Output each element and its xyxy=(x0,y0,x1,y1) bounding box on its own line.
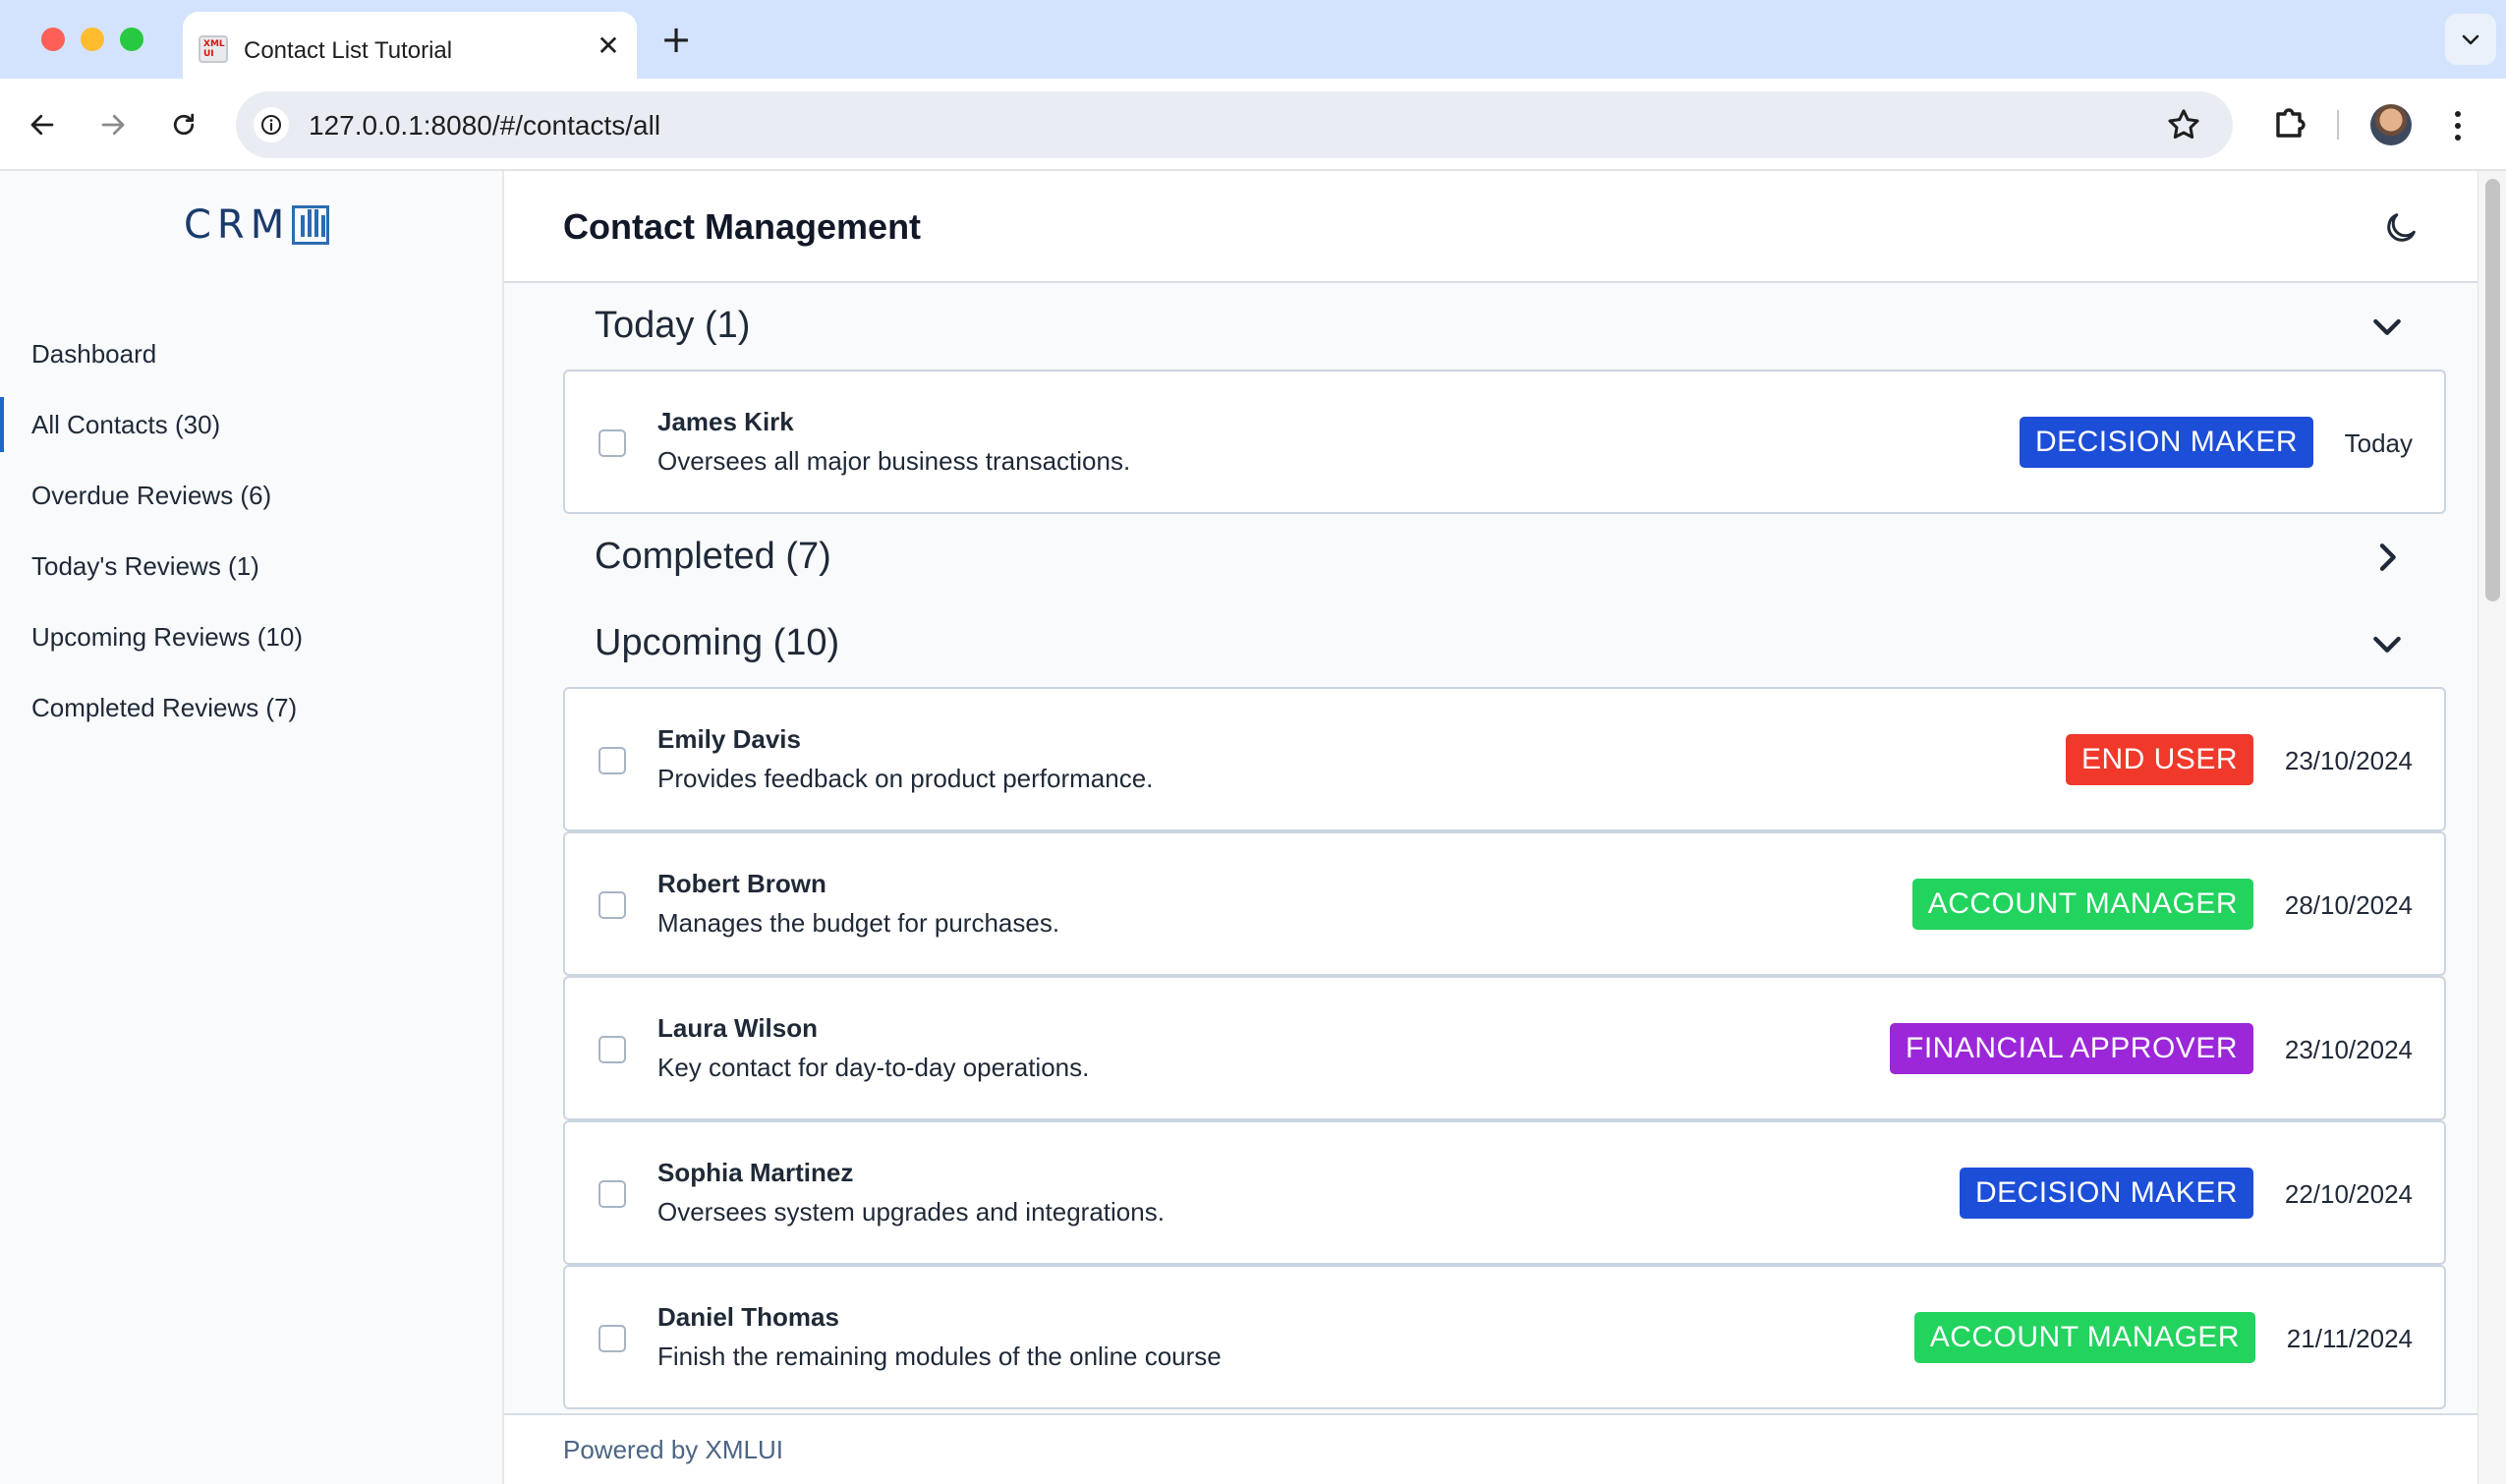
review-date: Today xyxy=(2344,428,2413,458)
contact-description: Oversees all major business transactions… xyxy=(657,446,1131,476)
chevron-down-icon xyxy=(2462,34,2479,45)
contact-checkbox[interactable] xyxy=(598,891,626,919)
category-badge: DECISION MAKER xyxy=(1959,1168,2253,1219)
contact-card[interactable]: Robert Brown Manages the budget for purch… xyxy=(563,831,2446,976)
window-minimize-button[interactable] xyxy=(81,28,104,51)
sidebar-item-completed-reviews[interactable]: Completed Reviews (7) xyxy=(0,672,502,743)
page-title: Contact Management xyxy=(563,206,922,247)
contact-description: Key contact for day-to-day operations. xyxy=(657,1053,1090,1082)
reload-icon xyxy=(173,113,195,136)
puzzle-icon xyxy=(2276,108,2306,138)
browser-toolbar: 127.0.0.1:8080/#/contacts/all xyxy=(0,79,2506,171)
category-badge: FINANCIAL APPROVER xyxy=(1890,1023,2253,1074)
site-info-button[interactable] xyxy=(254,107,289,143)
back-button[interactable] xyxy=(20,102,65,147)
sidebar-nav: Dashboard All Contacts (30) Overdue Review… xyxy=(0,318,502,743)
extensions-button[interactable] xyxy=(2266,100,2313,147)
section-header[interactable]: Completed (7) xyxy=(563,514,2446,600)
crm-logo[interactable]: CRM xyxy=(184,202,330,248)
category-badge: END USER xyxy=(2065,734,2253,785)
review-date: 21/11/2024 xyxy=(2286,1324,2413,1353)
contact-checkbox[interactable] xyxy=(598,1325,626,1352)
logo-text: CRM xyxy=(184,202,291,248)
profile-avatar[interactable] xyxy=(2370,104,2412,145)
contact-description: Oversees system upgrades and integration… xyxy=(657,1197,1165,1227)
chevron-down-icon[interactable] xyxy=(2367,624,2407,663)
chevron-down-icon[interactable] xyxy=(2367,307,2407,346)
contact-name: Laura Wilson xyxy=(657,1013,819,1043)
arrow-left-icon xyxy=(30,114,54,136)
contact-list: Today (1) James Kirk Oversees all major bu… xyxy=(563,283,2446,1415)
contact-card[interactable]: Laura Wilson Key contact for day-to-day o… xyxy=(563,976,2446,1120)
contact-checkbox[interactable] xyxy=(598,747,626,774)
sidebar-item-overdue-reviews[interactable]: Overdue Reviews (6) xyxy=(0,460,502,531)
chevron-right-icon[interactable] xyxy=(2367,538,2407,577)
bar-chart-icon xyxy=(292,205,330,245)
contact-card[interactable]: Daniel Thomas Finish the remaining module… xyxy=(563,1265,2446,1409)
sidebar-item-all-contacts[interactable]: All Contacts (30) xyxy=(0,389,502,460)
tab-search-button[interactable] xyxy=(2445,14,2496,65)
info-icon xyxy=(261,115,281,135)
star-icon xyxy=(2168,109,2199,139)
arrow-right-icon xyxy=(101,114,125,136)
theme-toggle-button[interactable] xyxy=(2381,208,2421,248)
sidebar-item-dashboard[interactable]: Dashboard xyxy=(0,318,502,389)
review-date: 23/10/2024 xyxy=(2284,746,2413,775)
contact-card[interactable]: Sophia Martinez Oversees system upgrades … xyxy=(563,1120,2446,1265)
contact-name: James Kirk xyxy=(657,407,794,436)
footer: Powered by XMLUI xyxy=(504,1413,2478,1484)
sidebar-item-upcoming-reviews[interactable]: Upcoming Reviews (10) xyxy=(0,601,502,672)
contact-name: Robert Brown xyxy=(657,869,826,898)
contact-checkbox[interactable] xyxy=(598,1036,626,1063)
contact-checkbox[interactable] xyxy=(598,1180,626,1208)
category-badge: ACCOUNT MANAGER xyxy=(1913,1312,2255,1363)
window-zoom-button[interactable] xyxy=(120,28,143,51)
kebab-icon xyxy=(2455,111,2461,141)
forward-button[interactable] xyxy=(90,102,136,147)
section-title: Today (1) xyxy=(595,305,751,346)
scrollbar-thumb[interactable] xyxy=(2485,179,2500,601)
favicon-icon: XML UI xyxy=(199,35,228,63)
browser-tab-bar: XML UI Contact List Tutorial ✕ + xyxy=(0,0,2506,79)
contact-description: Finish the remaining modules of the onli… xyxy=(657,1341,1222,1371)
contact-name: Emily Davis xyxy=(657,724,801,754)
sidebar-item-today-s-reviews[interactable]: Today's Reviews (1) xyxy=(0,531,502,601)
contact-description: Manages the budget for purchases. xyxy=(657,908,1060,938)
tab-close-icon[interactable]: ✕ xyxy=(594,31,623,61)
new-tab-icon[interactable]: + xyxy=(658,20,694,59)
section-header[interactable]: Today (1) xyxy=(563,283,2446,370)
main-area: Contact Management Today (1) James Kirk Ov… xyxy=(504,171,2478,1484)
review-date: 22/10/2024 xyxy=(2284,1179,2413,1209)
sidebar: CRM Dashboard All Contacts (30) Overdue Re… xyxy=(0,171,504,1484)
page-header: Contact Management xyxy=(504,171,2478,283)
review-date: 28/10/2024 xyxy=(2284,890,2413,920)
bookmark-button[interactable] xyxy=(2164,105,2203,144)
window-close-button[interactable] xyxy=(41,28,65,51)
section-title: Completed (7) xyxy=(595,536,831,577)
section-title: Upcoming (10) xyxy=(595,622,840,663)
browser-tab-active[interactable]: XML UI Contact List Tutorial ✕ xyxy=(183,12,637,79)
reload-button[interactable] xyxy=(161,102,206,147)
contact-card[interactable]: Emily Davis Provides feedback on product … xyxy=(563,687,2446,831)
category-badge: ACCOUNT MANAGER xyxy=(1911,879,2253,930)
tab-title: Contact List Tutorial xyxy=(244,37,453,64)
contact-name: Daniel Thomas xyxy=(657,1302,839,1332)
category-badge: DECISION MAKER xyxy=(2019,417,2313,468)
contact-card[interactable]: James Kirk Oversees all major business tr… xyxy=(563,370,2446,514)
contact-name: Sophia Martinez xyxy=(657,1158,854,1187)
contact-description: Provides feedback on product performance… xyxy=(657,764,1154,793)
address-bar[interactable]: 127.0.0.1:8080/#/contacts/all xyxy=(236,91,2233,158)
contact-checkbox[interactable] xyxy=(598,429,626,457)
url-text[interactable]: 127.0.0.1:8080/#/contacts/all xyxy=(309,110,660,142)
moon-icon xyxy=(2387,213,2416,242)
section-header[interactable]: Upcoming (10) xyxy=(563,600,2446,687)
browser-menu-button[interactable] xyxy=(2443,104,2473,147)
footer-text: Powered by XMLUI xyxy=(563,1435,783,1464)
review-date: 23/10/2024 xyxy=(2284,1035,2413,1064)
page-scrollbar[interactable] xyxy=(2478,171,2506,1484)
toolbar-separator xyxy=(2337,110,2339,140)
